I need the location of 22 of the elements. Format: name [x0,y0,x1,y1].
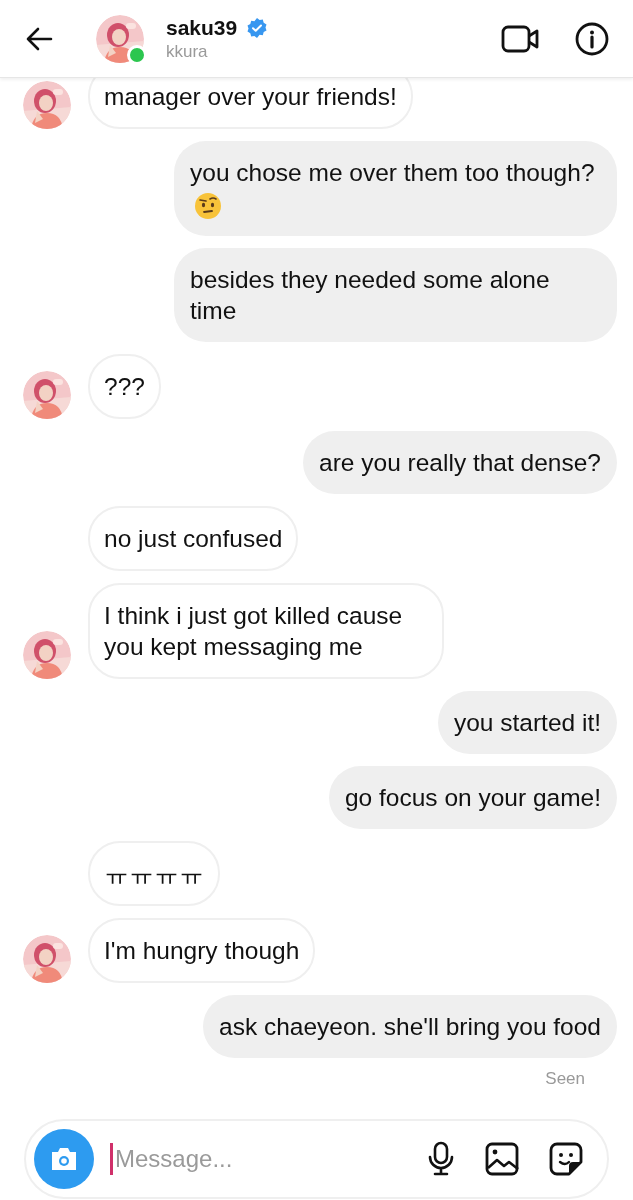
sent-message-bubble: besides they needed some alone time [174,247,617,342]
subtitle: kkura [166,40,209,63]
sent-message-bubble: are you really that dense? [303,430,617,494]
seen-status: Seen [545,1067,585,1090]
camera-button[interactable] [34,1129,94,1190]
microphone-icon[interactable] [427,1141,455,1178]
sent-message-bubble: ask chaeyeon. she'll bring you food [203,994,617,1058]
received-message-bubble: ??? [88,353,161,419]
sent-message-bubble: you chose me over them too though? [174,141,617,236]
sent-message-bubble: go focus on your game! [328,765,617,829]
message-input[interactable]: Message... [110,1143,427,1176]
username: saku39 [166,14,238,41]
sticker-icon[interactable] [549,1142,583,1177]
received-message-bubble: ㅠㅠㅠㅠ [88,840,220,906]
received-message-bubble: I think i just got killed cause you kept messaging me [88,582,444,679]
info-icon[interactable] [575,21,609,56]
received-message-bubble: no just confused [88,505,299,571]
received-message-bubble: manager over your friends! [88,78,413,129]
gallery-icon[interactable] [485,1142,519,1177]
camera-icon [49,1146,79,1173]
received-message-bubble: I'm hungry though [88,917,316,983]
sent-message-bubble: you started it! [437,690,617,754]
